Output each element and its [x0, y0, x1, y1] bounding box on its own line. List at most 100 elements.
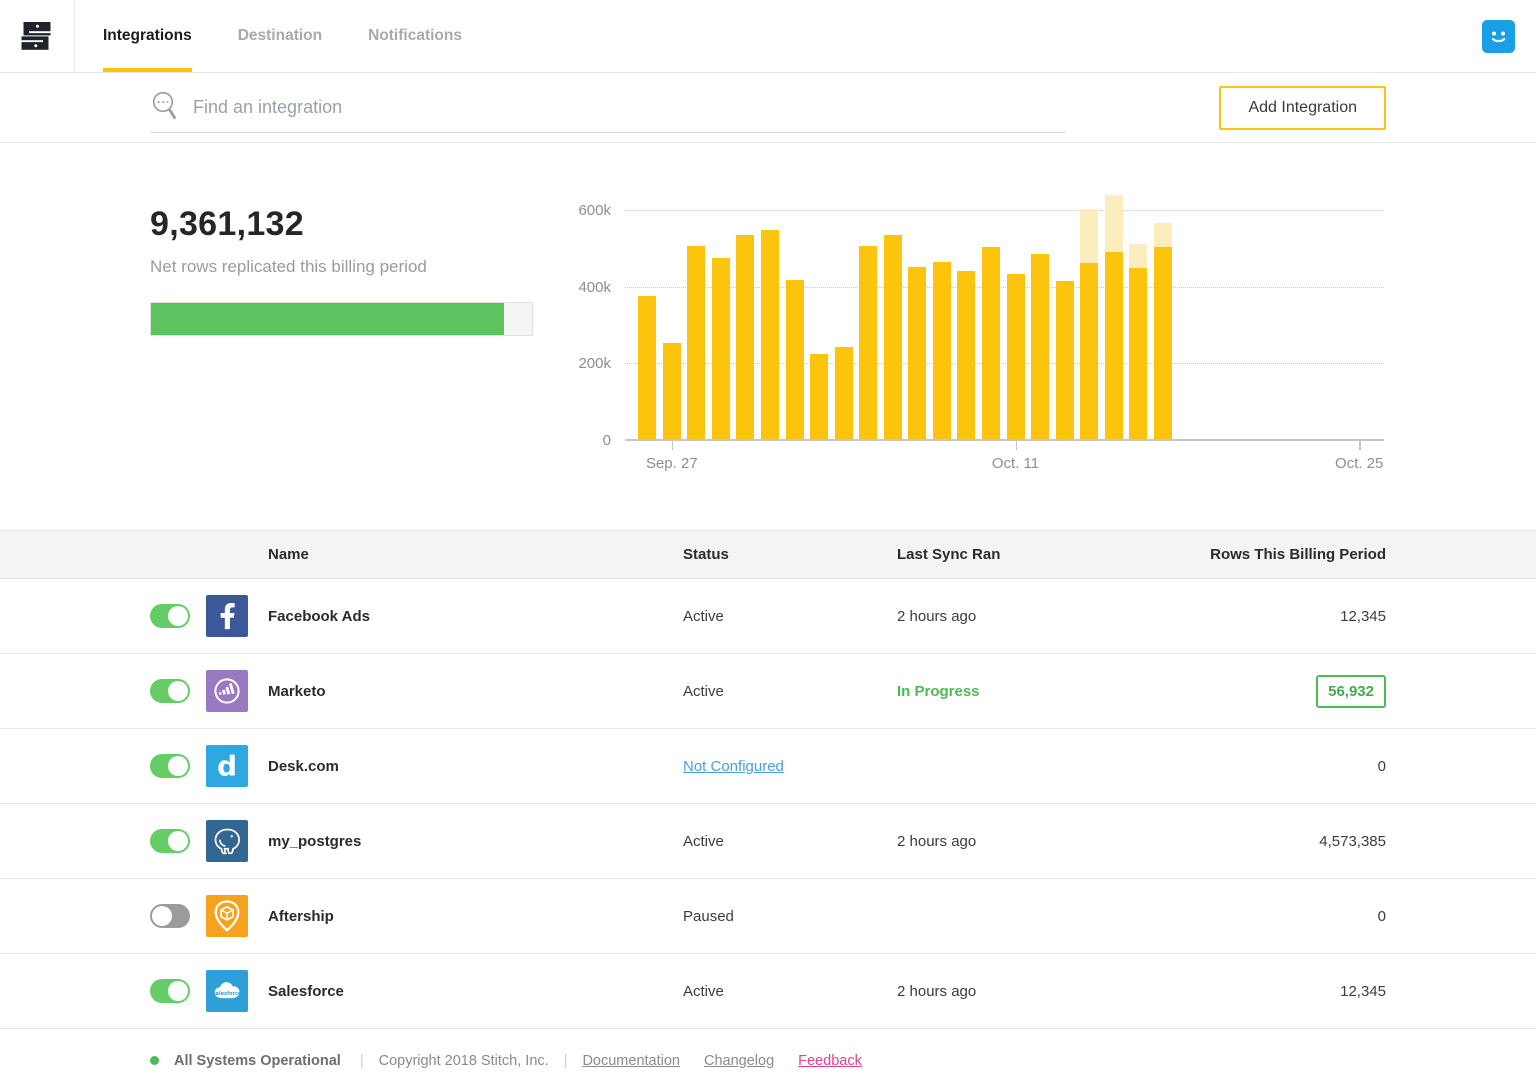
- usage-summary: 9,361,132 Net rows replicated this billi…: [150, 143, 533, 530]
- footer-link-feedback[interactable]: Feedback: [798, 1053, 862, 1069]
- total-rows-label: Net rows replicated this billing period: [150, 257, 533, 277]
- desk-icon: d: [206, 745, 248, 787]
- stitch-logo[interactable]: [0, 0, 75, 72]
- gridline: [625, 210, 1384, 211]
- chart-bar-oct-10: [982, 247, 1000, 439]
- rows-count: 12,345: [1340, 608, 1386, 625]
- integration-toggle-on[interactable]: [150, 979, 190, 1003]
- column-header-last-sync: Last Sync Ran: [897, 546, 1166, 563]
- table-row-facebook-ads[interactable]: Facebook AdsActive 2 hours ago 12,345: [0, 579, 1536, 654]
- table-header-row: Name Status Last Sync Ran Rows This Bill…: [0, 531, 1536, 579]
- user-menu-button[interactable]: [1482, 20, 1515, 53]
- footer-link-changelog[interactable]: Changelog: [704, 1053, 774, 1069]
- tab-integrations[interactable]: Integrations: [103, 0, 192, 72]
- last-sync-text: 2 hours ago: [897, 608, 1166, 625]
- rows-count: 0: [1378, 908, 1386, 925]
- top-nav-bar: Integrations Destination Notifications: [0, 0, 1536, 73]
- footer-separator: |: [564, 1053, 568, 1069]
- active-tab-underline: [103, 68, 192, 72]
- chart-bar-sep-30: [736, 235, 754, 439]
- footer-separator: |: [360, 1053, 364, 1069]
- total-rows-value: 9,361,132: [150, 205, 533, 244]
- tab-notifications[interactable]: Notifications: [368, 0, 462, 72]
- table-row-marketo[interactable]: MarketoActiveIn Progress56,932: [0, 654, 1536, 729]
- status-text: Active: [683, 983, 724, 1000]
- status-text: Active: [683, 608, 724, 625]
- usage-progress-bar: [150, 302, 533, 336]
- bar-segment-replicated: [1154, 247, 1172, 439]
- y-axis-tick-label: 200k: [578, 355, 611, 372]
- facebook-icon: [206, 595, 248, 637]
- column-header-rows: Rows This Billing Period: [1166, 546, 1386, 563]
- chart-bar-oct-4: [835, 347, 853, 439]
- search-section: Add Integration: [0, 73, 1536, 143]
- x-axis-tick-label: Oct. 11: [992, 455, 1039, 472]
- bar-segment-replicated: [982, 247, 1000, 439]
- toggle-knob: [168, 681, 188, 701]
- toggle-knob: [168, 756, 188, 776]
- integration-toggle-on[interactable]: [150, 679, 190, 703]
- x-axis-tick: [1359, 441, 1361, 450]
- rows-replicated-chart: 600k400k200k0 Sep. 27Oct. 11Oct. 25: [533, 191, 1386, 530]
- bar-segment-in-progress: [1105, 195, 1123, 252]
- table-row-aftership[interactable]: AftershipPaused 0: [0, 879, 1536, 954]
- integration-toggle-on[interactable]: [150, 604, 190, 628]
- rows-count: 0: [1378, 758, 1386, 775]
- x-axis-tick: [1016, 441, 1018, 450]
- rows-count: 12,345: [1340, 983, 1386, 1000]
- status-text: Paused: [683, 908, 734, 925]
- rows-count: 4,573,385: [1319, 833, 1386, 850]
- chart-plot-area: Sep. 27Oct. 11Oct. 25: [625, 191, 1384, 441]
- integrations-table: Facebook AdsActive2 hours ago12,345Marke…: [0, 579, 1536, 1029]
- x-axis-tick: [672, 441, 674, 450]
- chart-bar-oct-3: [810, 354, 828, 439]
- add-integration-button[interactable]: Add Integration: [1219, 86, 1386, 130]
- copyright-text: Copyright 2018 Stitch, Inc.: [379, 1053, 549, 1069]
- integration-toggle-on[interactable]: [150, 829, 190, 853]
- chart-bar-oct-14: [1080, 209, 1098, 439]
- integration-name: Aftership: [268, 908, 683, 925]
- bar-segment-replicated: [736, 235, 754, 439]
- bar-segment-replicated: [1031, 254, 1049, 439]
- svg-text:salesforce: salesforce: [213, 991, 242, 997]
- chart-bar-oct-17: [1154, 223, 1172, 439]
- column-header-name: Name: [268, 546, 683, 563]
- integration-toggle-off[interactable]: [150, 904, 190, 928]
- table-row-salesforce[interactable]: salesforceSalesforceActive2 hours ago12,…: [0, 954, 1536, 1029]
- last-sync-text: 2 hours ago: [897, 983, 1166, 1000]
- bar-segment-replicated: [712, 258, 730, 439]
- marketo-icon: [206, 670, 248, 712]
- footer-link-documentation[interactable]: Documentation: [582, 1053, 680, 1069]
- table-row-my-postgres[interactable]: my_postgresActive2 hours ago4,573,385: [0, 804, 1536, 879]
- chart-bar-oct-12: [1031, 254, 1049, 439]
- column-header-status: Status: [683, 546, 897, 563]
- chart-bar-sep-28: [687, 246, 705, 439]
- bar-segment-replicated: [933, 262, 951, 439]
- bar-segment-replicated: [761, 230, 779, 439]
- bar-segment-replicated: [810, 354, 828, 439]
- search-underline: [150, 132, 1066, 133]
- bar-segment-replicated: [687, 246, 705, 439]
- chart-bar-oct-2: [786, 280, 804, 439]
- chart-bar-oct-6: [884, 235, 902, 439]
- footer: All Systems Operational | Copyright 2018…: [0, 1029, 1536, 1092]
- search-icon: [150, 89, 180, 130]
- usage-progress-fill: [151, 303, 504, 335]
- bar-segment-replicated: [835, 347, 853, 439]
- x-axis-tick-label: Sep. 27: [646, 455, 698, 472]
- integration-name: Facebook Ads: [268, 608, 683, 625]
- y-axis-tick-label: 0: [603, 432, 611, 449]
- last-sync-text: 2 hours ago: [897, 833, 1166, 850]
- table-row-desk-com[interactable]: dDesk.comNot Configured0: [0, 729, 1536, 804]
- integration-name: my_postgres: [268, 833, 683, 850]
- salesforce-icon: salesforce: [206, 970, 248, 1012]
- not-configured-link[interactable]: Not Configured: [683, 758, 784, 775]
- stitch-logo-icon: [19, 18, 55, 54]
- aftership-icon: [206, 895, 248, 937]
- last-sync-text: In Progress: [897, 683, 1166, 700]
- tab-destination[interactable]: Destination: [238, 0, 322, 72]
- chart-bar-oct-5: [859, 246, 877, 439]
- bar-segment-replicated: [663, 343, 681, 439]
- search-input[interactable]: [193, 97, 953, 118]
- integration-toggle-on[interactable]: [150, 754, 190, 778]
